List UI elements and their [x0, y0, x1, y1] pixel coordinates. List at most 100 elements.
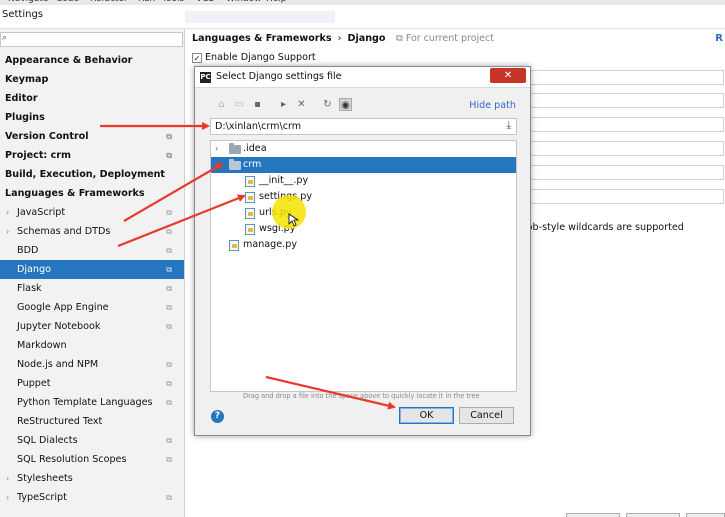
- bottom-ok-button[interactable]: [566, 513, 620, 517]
- pycharm-app-icon: PC: [200, 72, 211, 83]
- reset-link[interactable]: R: [715, 33, 723, 44]
- settings-tree-item[interactable]: › Schemas and DTDs ⧉: [0, 222, 184, 241]
- project-scope-icon: ⧉: [166, 303, 172, 312]
- chevron-down-icon[interactable]: ⌄: [215, 157, 222, 173]
- folder-node[interactable]: › .idea: [211, 141, 516, 157]
- settings-tree-item[interactable]: Python Template Languages ⧉: [0, 393, 184, 412]
- menu-item[interactable]: Code: [56, 0, 79, 4]
- refresh-icon[interactable]: ↻: [321, 98, 334, 111]
- settings-tree-item[interactable]: Appearance & Behavior: [0, 51, 184, 70]
- templates-field[interactable]: [524, 165, 724, 180]
- delete-icon[interactable]: ✕: [295, 98, 308, 111]
- dialog-title-bar: PC Select Django settings file ✕: [195, 67, 530, 88]
- settings-tree-item[interactable]: Editor: [0, 89, 184, 108]
- breadcrumb-separator: ›: [337, 33, 342, 44]
- settings-tree-item[interactable]: BDD ⧉: [0, 241, 184, 260]
- file-label: wsgi.py: [259, 223, 296, 234]
- title-bar: Settings: [0, 5, 725, 29]
- file-node[interactable]: settings.py: [211, 189, 516, 205]
- settings-tree-item[interactable]: › Stylesheets: [0, 469, 184, 488]
- menu-item[interactable]: Navigate: [8, 0, 48, 4]
- file-node[interactable]: wsgi.py: [211, 221, 516, 237]
- hide-path-link[interactable]: Hide path: [469, 100, 516, 111]
- folder-icon: [229, 159, 241, 170]
- settings-search-input[interactable]: ⌕: [0, 32, 183, 47]
- project-scope-icon: ⧉: [166, 132, 172, 141]
- settings-tree-item-label: Project: crm: [5, 150, 72, 161]
- folder-node[interactable]: ⌄ crm: [211, 157, 516, 173]
- file-tree[interactable]: › .idea ⌄ crm __init__.py settings.py urls.py w…: [210, 140, 517, 392]
- home-icon[interactable]: ⌂: [215, 98, 228, 111]
- show-hidden-icon[interactable]: ◉: [339, 98, 352, 111]
- settings-tree-item[interactable]: SQL Dialects ⧉: [0, 431, 184, 450]
- help-button[interactable]: ?: [211, 410, 224, 423]
- expand-arrow-icon[interactable]: ›: [6, 469, 9, 488]
- settings-tree-item[interactable]: Puppet ⧉: [0, 374, 184, 393]
- dialog-close-button[interactable]: ✕: [490, 68, 526, 83]
- project-folder-icon[interactable]: ▪: [251, 98, 264, 111]
- settings-tree-item[interactable]: Google App Engine ⧉: [0, 298, 184, 317]
- settings-tree-item-label: Node.js and NPM: [17, 359, 99, 370]
- bottom-apply-button[interactable]: [686, 513, 725, 517]
- settings-tree-item[interactable]: Markdown: [0, 336, 184, 355]
- path-input[interactable]: [211, 119, 491, 134]
- folder-pattern-field[interactable]: [524, 189, 724, 204]
- settings-tree-item-label: Stylesheets: [17, 473, 73, 484]
- file-label: crm: [243, 159, 262, 170]
- settings-tree-item[interactable]: Languages & Frameworks: [0, 184, 184, 203]
- manage-script-field[interactable]: [524, 117, 724, 132]
- breadcrumb-parent[interactable]: Languages & Frameworks: [192, 33, 332, 44]
- ok-button[interactable]: OK: [399, 407, 454, 424]
- menu-item[interactable]: Tools: [162, 0, 184, 4]
- menu-item[interactable]: Run: [138, 0, 155, 4]
- file-node[interactable]: __init__.py: [211, 173, 516, 189]
- menu-item[interactable]: Refactor: [90, 0, 128, 4]
- settings-tree-item[interactable]: › JavaScript ⧉: [0, 203, 184, 222]
- settings-tree-item[interactable]: Flask ⧉: [0, 279, 184, 298]
- settings-tree-item[interactable]: › TypeScript ⧉: [0, 488, 184, 507]
- settings-tree-item-label: ReStructured Text: [17, 416, 103, 427]
- settings-tree-item[interactable]: Keymap: [0, 70, 184, 89]
- settings-tree-item[interactable]: ReStructured Text: [0, 412, 184, 431]
- expand-arrow-icon[interactable]: ›: [6, 488, 9, 507]
- expand-arrow-icon[interactable]: ›: [6, 203, 9, 222]
- settings-tree-item-label: Keymap: [5, 74, 49, 85]
- settings-tree-item-label: Flask: [17, 283, 42, 294]
- chevron-right-icon[interactable]: ›: [215, 141, 218, 157]
- settings-tree-item[interactable]: Build, Execution, Deployment: [0, 165, 184, 184]
- menu-item[interactable]: Help: [266, 0, 287, 4]
- settings-field[interactable]: [524, 93, 724, 108]
- expand-arrow-icon[interactable]: ›: [6, 222, 9, 241]
- settings-tree-item[interactable]: Version Control ⧉: [0, 127, 184, 146]
- scope-icon: ⧉: [396, 33, 406, 44]
- settings-tree-item[interactable]: Node.js and NPM ⧉: [0, 355, 184, 374]
- cancel-button[interactable]: Cancel: [459, 407, 514, 424]
- drag-drop-note: Drag and drop a file into the space abov…: [243, 392, 480, 400]
- desktop-icon[interactable]: ▭: [233, 98, 246, 111]
- bottom-cancel-button[interactable]: [626, 513, 680, 517]
- settings-tree-item-label: Jupyter Notebook: [17, 321, 101, 332]
- settings-tree-item[interactable]: Project: crm ⧉: [0, 146, 184, 165]
- scope-hint: ⧉ For current project: [396, 33, 494, 44]
- settings-tree-item[interactable]: Jupyter Notebook ⧉: [0, 317, 184, 336]
- menu-item[interactable]: Window: [226, 0, 262, 4]
- settings-sidebar: ⌕ Appearance & Behavior Keymap Editor Plugi…: [0, 29, 185, 517]
- enable-django-checkbox[interactable]: ✓ Enable Django Support: [192, 52, 316, 63]
- file-label: .idea: [243, 143, 267, 154]
- settings-tree-item[interactable]: Plugins: [0, 108, 184, 127]
- download-icon[interactable]: ⤓: [507, 120, 511, 131]
- project-scope-icon: ⧉: [166, 493, 172, 502]
- new-folder-icon[interactable]: ▸: [277, 98, 290, 111]
- project-scope-icon: ⧉: [166, 436, 172, 445]
- settings-tree-item-label: SQL Dialects: [17, 435, 78, 446]
- settings-tree-item-label: JavaScript: [17, 207, 66, 218]
- django-project-root-field[interactable]: [524, 70, 724, 85]
- file-node[interactable]: manage.py: [211, 237, 516, 253]
- dialog-title: Select Django settings file: [216, 71, 342, 82]
- environment-field[interactable]: [524, 141, 724, 156]
- menu-item[interactable]: VCS: [196, 0, 214, 4]
- file-node[interactable]: urls.py: [211, 205, 516, 221]
- path-field[interactable]: ⤓: [210, 118, 517, 135]
- settings-tree-item[interactable]: Django ⧉: [0, 260, 184, 279]
- settings-tree-item[interactable]: SQL Resolution Scopes ⧉: [0, 450, 184, 469]
